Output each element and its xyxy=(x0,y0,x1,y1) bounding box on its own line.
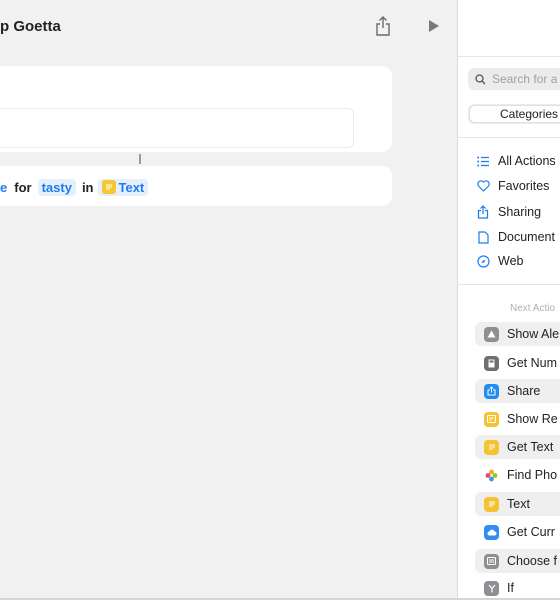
search-field[interactable]: Search for a xyxy=(468,68,560,90)
play-icon[interactable] xyxy=(423,15,445,37)
category-all-actions[interactable]: All Actions xyxy=(476,152,556,170)
action-card-replace[interactable]: e for tasty in Text xyxy=(0,166,392,206)
search-icon xyxy=(475,73,486,85)
action-card[interactable] xyxy=(0,66,392,152)
actions-sidebar: Search for a Categories All Actions Favo… xyxy=(457,0,560,600)
calculator-icon xyxy=(484,355,499,371)
action-label: Share xyxy=(507,384,541,398)
divider xyxy=(458,137,560,138)
shortcut-title[interactable]: p Goetta xyxy=(0,18,61,35)
action-label: Text xyxy=(507,497,530,511)
share-icon[interactable] xyxy=(372,15,394,37)
text-variable-token[interactable]: Text xyxy=(97,178,149,196)
action-label: Show Re xyxy=(507,412,558,426)
category-label: Favorites xyxy=(498,179,550,193)
action-find-photos[interactable]: Find Pho xyxy=(475,463,560,487)
action-label: Find Pho xyxy=(507,468,558,482)
shortcut-editor: p Goetta e for tasty in Text xyxy=(0,0,457,600)
action-show-result[interactable]: Show Re xyxy=(475,407,560,431)
category-favorites[interactable]: Favorites xyxy=(476,177,549,195)
next-actions-heading: Next Actio xyxy=(510,303,556,314)
action-get-current-weather[interactable]: Get Curr xyxy=(475,520,560,544)
action-label: Get Curr xyxy=(507,525,555,539)
categories-tab[interactable]: Categories xyxy=(470,106,560,122)
word-in: in xyxy=(81,179,94,195)
segmented-control: Categories xyxy=(468,104,560,124)
weather-icon xyxy=(484,524,499,540)
text-icon xyxy=(101,180,116,194)
category-label: Web xyxy=(498,254,524,268)
action-show-alert[interactable]: Show Ale xyxy=(475,322,560,346)
category-documents[interactable]: Document xyxy=(476,228,555,246)
alert-icon xyxy=(484,326,499,342)
action-parameters: e for tasty in Text xyxy=(0,178,152,196)
editor-toolbar: p Goetta xyxy=(0,0,457,54)
branch-icon xyxy=(484,580,499,596)
compass-icon xyxy=(476,254,490,268)
divider xyxy=(458,284,560,285)
action-if[interactable]: If xyxy=(475,576,560,600)
category-label: All Actions xyxy=(498,154,556,168)
text-icon xyxy=(484,439,499,455)
category-label: Document xyxy=(498,230,555,244)
action-label: Choose f xyxy=(507,554,558,568)
photos-icon xyxy=(484,468,499,483)
search-placeholder: Search for a xyxy=(492,72,558,86)
category-label: Sharing xyxy=(498,205,542,219)
document-icon xyxy=(476,230,490,244)
action-text[interactable]: Text xyxy=(475,492,560,516)
list-icon xyxy=(476,154,490,168)
flow-connector xyxy=(139,154,141,164)
share-icon xyxy=(476,205,490,219)
menu-icon xyxy=(484,553,499,569)
action-label: Show Ale xyxy=(507,327,560,341)
word-for: for xyxy=(14,179,32,195)
action-label: If xyxy=(507,581,514,595)
action-choose-from-menu[interactable]: Choose f xyxy=(475,549,560,573)
heart-icon xyxy=(476,179,490,193)
search-term-token[interactable]: tasty xyxy=(37,178,76,196)
share-icon xyxy=(484,383,499,399)
variable-token[interactable]: e xyxy=(0,180,7,195)
category-sharing[interactable]: Sharing xyxy=(476,203,541,221)
action-label: Get Text xyxy=(507,440,554,454)
sidebar-header xyxy=(458,0,560,57)
action-input-area[interactable] xyxy=(0,108,354,148)
category-web[interactable]: Web xyxy=(476,252,523,270)
action-get-numbers[interactable]: Get Num xyxy=(475,351,560,375)
text-token-label: Text xyxy=(118,179,145,195)
result-icon xyxy=(484,411,499,427)
text-icon xyxy=(484,496,499,512)
action-share[interactable]: Share xyxy=(475,379,560,403)
action-get-text[interactable]: Get Text xyxy=(475,435,560,459)
action-label: Get Num xyxy=(507,356,558,370)
